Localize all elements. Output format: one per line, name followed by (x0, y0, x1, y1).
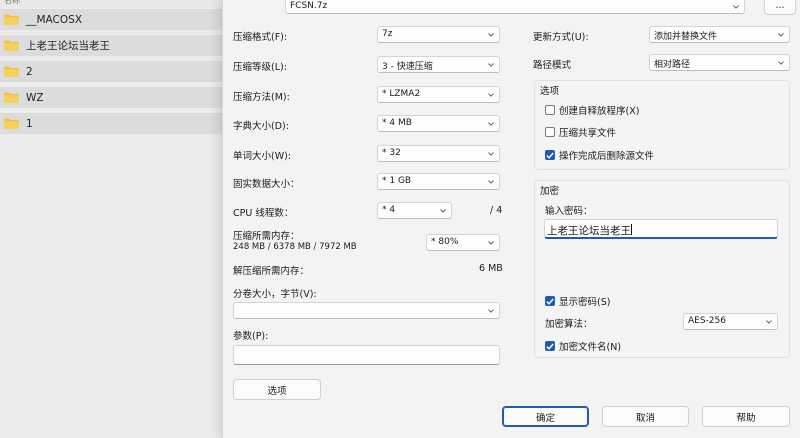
method-select[interactable]: * LZMA2 (377, 86, 500, 103)
file-row-macosx[interactable]: __MACOSX (0, 9, 222, 30)
chevron-down-icon (488, 93, 494, 97)
format-label: 压缩格式(F): (233, 32, 288, 43)
password-label: 输入密码： (545, 206, 593, 217)
show-password-checkbox[interactable]: 显示密码(S) (545, 294, 610, 308)
file-row-label: __MACOSX (26, 13, 83, 26)
cpu-select[interactable]: * 4 (377, 202, 452, 219)
chevron-down-icon (766, 320, 772, 324)
cpu-total: / 4 (490, 205, 503, 216)
solid-select[interactable]: * 1 GB (377, 173, 500, 190)
enc-method-select[interactable]: AES-256 (683, 313, 778, 330)
update-label: 更新方式(U): (533, 32, 589, 43)
path-mode-label: 路径模式 (533, 60, 572, 71)
level-label: 压缩等级(L): (233, 62, 287, 73)
checkmark-icon (545, 341, 555, 351)
explorer-header: 名称 (0, 0, 222, 8)
chevron-down-icon (488, 180, 494, 184)
options-group-title: 选项 (540, 86, 560, 97)
file-row-label: 1 (26, 117, 33, 130)
shared-checkbox[interactable]: 压缩共享文件 (545, 125, 616, 139)
word-label: 单词大小(W): (233, 151, 292, 162)
split-label: 分卷大小，字节(V): (233, 289, 317, 300)
sfx-checkbox[interactable]: 创建自释放程序(X) (545, 103, 639, 117)
ok-button[interactable]: 确定 (502, 406, 589, 427)
file-row-folder[interactable]: 上老王论坛当老王 (0, 35, 222, 56)
folder-icon (4, 92, 19, 103)
checkmark-icon (545, 150, 555, 160)
options-button[interactable]: 选项 (233, 379, 321, 400)
text-caret (631, 224, 632, 235)
chevron-down-icon (778, 61, 784, 65)
chevron-down-icon (488, 241, 494, 245)
split-combo[interactable] (233, 302, 500, 319)
update-select[interactable]: 添加并替换文件 (649, 26, 790, 43)
decomp-label: 解压缩所需内存： (233, 266, 310, 277)
mem-select[interactable]: * 80% (426, 234, 500, 251)
chevron-down-icon (778, 33, 784, 37)
chevron-down-icon (440, 209, 446, 213)
checkbox-box (545, 127, 555, 137)
level-select[interactable]: 3 - 快速压缩 (377, 56, 500, 73)
cpu-label: CPU 线程数： (233, 208, 294, 219)
file-row-label: 2 (26, 65, 33, 78)
file-row-1[interactable]: 1 (0, 113, 222, 134)
chevron-down-icon (488, 33, 494, 37)
dict-select[interactable]: * 4 MB (377, 115, 500, 132)
delete-after-checkbox[interactable]: 操作完成后删除源文件 (545, 148, 654, 162)
help-button[interactable]: 帮助 (702, 406, 790, 427)
chevron-down-icon (488, 309, 494, 313)
file-row-label: 上老王论坛当老王 (26, 40, 110, 52)
folder-icon (4, 14, 19, 25)
password-input[interactable]: 上老王论坛当老王 (544, 219, 778, 239)
file-row-wz[interactable]: WZ (0, 87, 222, 108)
chevron-down-icon (488, 122, 494, 126)
file-explorer-pane: 名称 __MACOSX 上老王论坛当老王 2 WZ 1 (0, 0, 222, 438)
checkbox-box (545, 105, 555, 115)
encrypt-names-checkbox[interactable]: 加密文件名(N) (545, 339, 621, 353)
cancel-button[interactable]: 取消 (602, 406, 689, 427)
enc-method-label: 加密算法： (545, 319, 593, 330)
archive-path-combo[interactable]: FCSN.7z (285, 0, 745, 14)
mem-label: 压缩所需内存： (233, 231, 300, 242)
format-select[interactable]: 7z (377, 26, 500, 43)
checkmark-icon (545, 296, 555, 306)
folder-icon (4, 118, 19, 129)
solid-label: 固实数据大小： (233, 179, 300, 190)
dict-label: 字典大小(D): (233, 121, 289, 132)
chevron-down-icon (488, 152, 494, 156)
method-label: 压缩方法(M): (233, 92, 290, 103)
add-to-archive-dialog: FCSN.7z ... 压缩格式(F): 7z 压缩等级(L): 3 - 快速压… (222, 0, 800, 438)
params-input[interactable] (233, 345, 500, 365)
encryption-group-title: 加密 (540, 186, 560, 197)
folder-icon (4, 66, 19, 77)
file-row-label: WZ (26, 91, 44, 104)
chevron-down-icon (733, 5, 739, 9)
word-select[interactable]: * 32 (377, 145, 500, 162)
mem-detail: 248 MB / 6378 MB / 7972 MB (233, 242, 357, 252)
decomp-value: 6 MB (479, 263, 503, 274)
browse-button[interactable]: ... (764, 0, 796, 15)
file-row-2[interactable]: 2 (0, 61, 222, 82)
chevron-down-icon (488, 63, 494, 67)
folder-icon (4, 40, 19, 51)
path-mode-select[interactable]: 相对路径 (649, 54, 790, 71)
params-label: 参数(P): (233, 331, 269, 342)
